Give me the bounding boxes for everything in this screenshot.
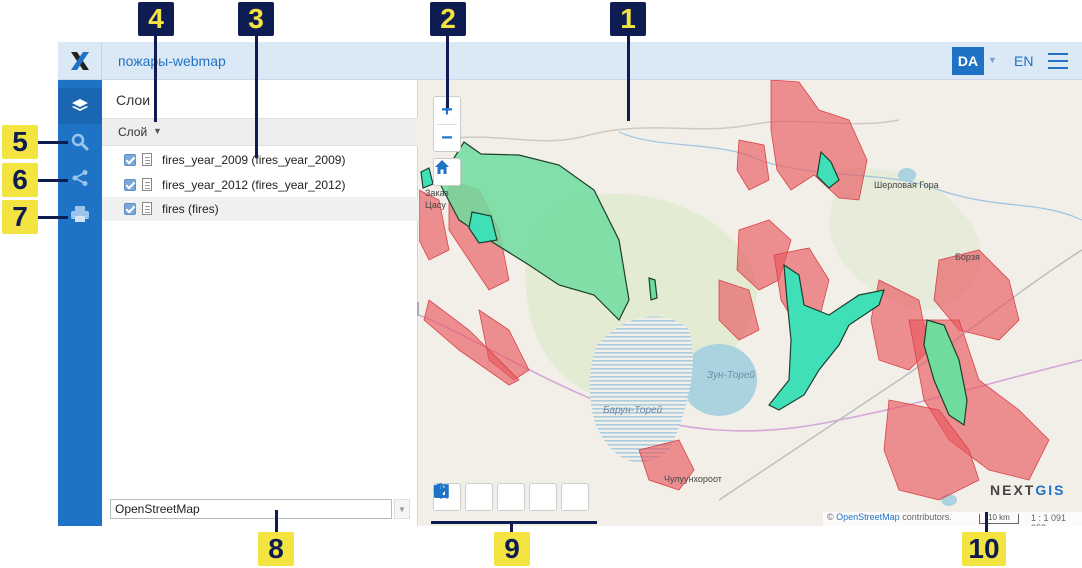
layer-menu-button[interactable]: Слой <box>118 125 147 139</box>
callout-leader <box>255 36 258 158</box>
layer-visibility-checkbox[interactable] <box>124 154 136 166</box>
place-label: Чулуунхороот <box>664 474 722 484</box>
panel-title: Слои <box>116 92 151 108</box>
attribution-suffix: contributors. <box>902 512 952 522</box>
logo-text-next: NEXT <box>990 482 1036 498</box>
nextgis-x-logo[interactable] <box>58 42 102 80</box>
layer-toolbar: Слой ▼ <box>102 118 418 146</box>
callout-leader <box>275 510 278 534</box>
app-title[interactable]: пожары-webmap <box>118 53 226 69</box>
print-icon[interactable] <box>58 196 102 232</box>
chevron-down-icon[interactable]: ▼ <box>394 499 410 519</box>
ruler-distance-icon[interactable] <box>434 483 525 511</box>
language-en-button[interactable]: EN <box>1014 53 1033 69</box>
map-toolbar <box>433 483 589 513</box>
scale-ratio: 1 : 1 091 958 <box>1031 513 1067 526</box>
sidebar <box>58 80 102 526</box>
callout-2: 2 <box>430 2 466 36</box>
screenshot-stage: пожары-webmap DA ▼ EN Слои Слой ▼ fires_… <box>0 0 1082 568</box>
layer-item[interactable]: fires_year_2012 (fires_year_2012) <box>102 173 418 197</box>
callout-3: 3 <box>238 2 274 36</box>
callout-1: 1 <box>610 2 646 36</box>
callout-5: 5 <box>2 125 38 159</box>
place-label: Заказ <box>425 188 449 198</box>
language-da-button[interactable]: DA <box>952 47 984 75</box>
callout-4: 4 <box>138 2 174 36</box>
layer-visibility-checkbox[interactable] <box>124 203 136 215</box>
place-label: Шерловая Гора <box>874 180 939 190</box>
osm-link[interactable]: OpenStreetMap <box>836 512 900 522</box>
callout-10: 10 <box>962 532 1006 566</box>
callout-leader <box>431 521 597 524</box>
callout-9: 9 <box>494 532 530 566</box>
lake-label: Зун-Торей <box>707 370 755 381</box>
layers-panel: Слои Слой ▼ fires_year_2009 (fires_year_… <box>102 80 418 526</box>
document-icon <box>142 202 152 215</box>
ruler-area-icon[interactable] <box>434 483 557 511</box>
callout-leader <box>38 141 68 144</box>
callout-leader <box>446 36 449 108</box>
hamburger-menu-icon[interactable] <box>1048 53 1068 69</box>
callout-8: 8 <box>258 532 294 566</box>
swipe-compare-icon[interactable] <box>434 483 589 511</box>
zoom-out-box-icon[interactable] <box>433 483 493 511</box>
callout-6: 6 <box>2 163 38 197</box>
place-label: Цасу <box>425 200 446 210</box>
lake-label: Барун-Торей <box>603 405 663 416</box>
callout-leader <box>985 512 988 534</box>
map-canvas <box>419 80 1082 506</box>
layer-visibility-checkbox[interactable] <box>124 179 136 191</box>
callout-leader <box>38 216 68 219</box>
place-label: Борзя <box>955 252 980 262</box>
basemap-select[interactable]: OpenStreetMap <box>110 499 392 519</box>
logo-text-gis: GIS <box>1035 482 1066 498</box>
map-view[interactable]: Шерловая Гора Борзя Зун-Торей Барун-Торе… <box>419 80 1082 526</box>
nextgis-logo: NEXTGIS <box>990 482 1065 498</box>
layer-label: fires_year_2012 (fires_year_2012) <box>162 178 346 192</box>
callout-7: 7 <box>2 200 38 234</box>
callout-leader <box>627 36 630 121</box>
layers-icon[interactable] <box>58 88 102 124</box>
zoom-out-icon[interactable]: − <box>434 125 460 152</box>
attribution-prefix: © <box>827 512 834 522</box>
layer-label: fires (fires) <box>162 202 219 216</box>
webmap-app: пожары-webmap DA ▼ EN Слои Слой ▼ fires_… <box>58 42 1082 526</box>
scale-label: 10 km <box>988 513 1010 522</box>
share-icon[interactable] <box>58 160 102 196</box>
app-header: пожары-webmap DA ▼ EN <box>58 42 1082 80</box>
chevron-down-icon[interactable]: ▼ <box>988 55 997 65</box>
home-icon[interactable] <box>433 158 461 186</box>
chevron-down-icon[interactable]: ▼ <box>153 126 162 136</box>
layer-item[interactable]: fires (fires) <box>102 197 418 221</box>
callout-leader <box>38 179 68 182</box>
layer-label: fires_year_2009 (fires_year_2009) <box>162 153 346 167</box>
document-icon <box>142 178 152 191</box>
document-icon <box>142 153 152 166</box>
callout-leader <box>154 36 157 122</box>
layer-item[interactable]: fires_year_2009 (fires_year_2009) <box>102 148 418 172</box>
